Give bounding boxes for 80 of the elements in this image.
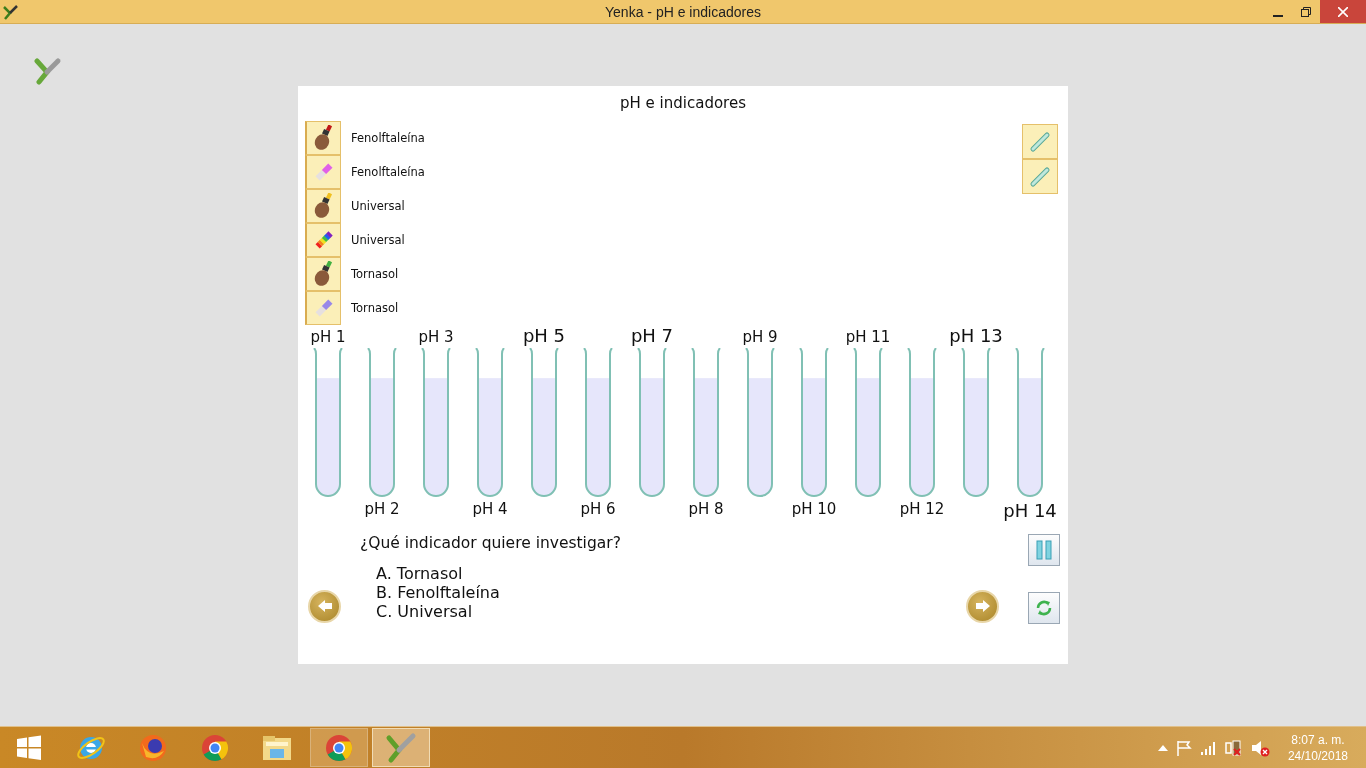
answer-option: B. Fenolftaleína: [376, 583, 500, 602]
refresh-button[interactable]: [1028, 592, 1060, 624]
indicator-label: Universal: [351, 233, 405, 247]
test-tube[interactable]: [961, 348, 991, 498]
taskbar-app[interactable]: [372, 728, 430, 767]
restore-icon: [1301, 6, 1311, 17]
test-tube[interactable]: [367, 348, 397, 498]
fox-globe-icon: [138, 732, 168, 763]
ph-label: pH 1: [310, 328, 346, 346]
ph-label: pH 2: [364, 500, 400, 518]
back-button[interactable]: [308, 589, 341, 623]
indicator-button[interactable]: [305, 121, 341, 155]
indicator-button[interactable]: [305, 257, 341, 291]
test-tube[interactable]: [583, 348, 613, 498]
y-logo-icon: [385, 731, 417, 764]
test-tube-icon: [1028, 164, 1052, 189]
ph-label: pH 9: [742, 328, 778, 346]
pause-icon: [1036, 540, 1052, 560]
question-text: ¿Qué indicador quiere investigar?: [360, 534, 621, 552]
indicator-label: Fenolftaleína: [351, 165, 425, 179]
answer-option: C. Universal: [376, 602, 473, 621]
clock-date: 24/10/2018: [1287, 747, 1348, 764]
flag-icon[interactable]: [1175, 739, 1192, 756]
test-tube-button[interactable]: [1022, 159, 1058, 194]
next-button[interactable]: [966, 589, 999, 623]
y-logo-icon[interactable]: [34, 56, 62, 86]
panel-title: pH e indicadores: [619, 94, 747, 114]
minimize-icon: [1273, 14, 1283, 17]
speaker-muted-icon[interactable]: [1249, 738, 1270, 757]
ph-label: pH 13: [949, 325, 1003, 346]
test-tube-icon: [1028, 129, 1052, 154]
refresh-icon: [1035, 599, 1053, 617]
indicator-button[interactable]: [305, 155, 341, 189]
test-tube[interactable]: [853, 348, 883, 498]
indicator-label: Tornasol: [351, 267, 399, 281]
signal-bars-icon[interactable]: [1199, 740, 1216, 755]
indicator-label: Universal: [351, 199, 405, 213]
browser-circle-icon: [324, 732, 354, 763]
indicator-label: Tornasol: [351, 301, 399, 315]
dropper-bottle-icon: [312, 261, 335, 287]
folder-icon: [261, 733, 293, 762]
test-tube[interactable]: [529, 348, 559, 498]
test-tube[interactable]: [313, 348, 343, 498]
test-tube-button[interactable]: [1022, 124, 1058, 159]
ph-label: pH 5: [522, 325, 566, 346]
ph-label: pH 4: [472, 500, 508, 518]
test-tube[interactable]: [1015, 348, 1045, 498]
caret-up-icon[interactable]: [1157, 744, 1168, 751]
taskbar-app[interactable]: [310, 728, 368, 767]
right-arrow-icon: [974, 599, 991, 613]
ph-label: pH 14: [1003, 500, 1057, 521]
test-tube[interactable]: [691, 348, 721, 498]
indicator-label: Fenolftaleína: [351, 131, 425, 145]
ph-label: pH 8: [688, 500, 724, 518]
app-logo-icon: [3, 3, 19, 20]
answer-option: A. Tornasol: [376, 564, 463, 583]
test-tube[interactable]: [475, 348, 505, 498]
ph-label: pH 10: [791, 500, 837, 518]
browser-circle-icon: [200, 732, 230, 763]
indicator-button[interactable]: [305, 291, 341, 325]
windows-logo-icon: [16, 734, 42, 761]
test-tube[interactable]: [637, 348, 667, 498]
clock-time: 8:07 a. m.: [1291, 731, 1345, 748]
test-tube[interactable]: [799, 348, 829, 498]
test-tube[interactable]: [421, 348, 451, 498]
ph-label: pH 3: [418, 328, 454, 346]
dropper-bottle-icon: [312, 125, 335, 151]
indicator-button[interactable]: [305, 223, 341, 257]
pause-button[interactable]: [1028, 534, 1060, 566]
window-title: Yenka - pH e indicadores: [604, 3, 762, 20]
test-tube[interactable]: [907, 348, 937, 498]
test-tube[interactable]: [745, 348, 775, 498]
dropper-bottle-icon: [312, 193, 335, 219]
close-icon: [1338, 6, 1348, 17]
ph-label: pH 7: [630, 325, 674, 346]
left-arrow-icon: [316, 599, 333, 613]
ph-label: pH 6: [580, 500, 616, 518]
ph-label: pH 11: [845, 328, 891, 346]
ph-label: pH 12: [899, 500, 945, 518]
indicator-button[interactable]: [305, 189, 341, 223]
